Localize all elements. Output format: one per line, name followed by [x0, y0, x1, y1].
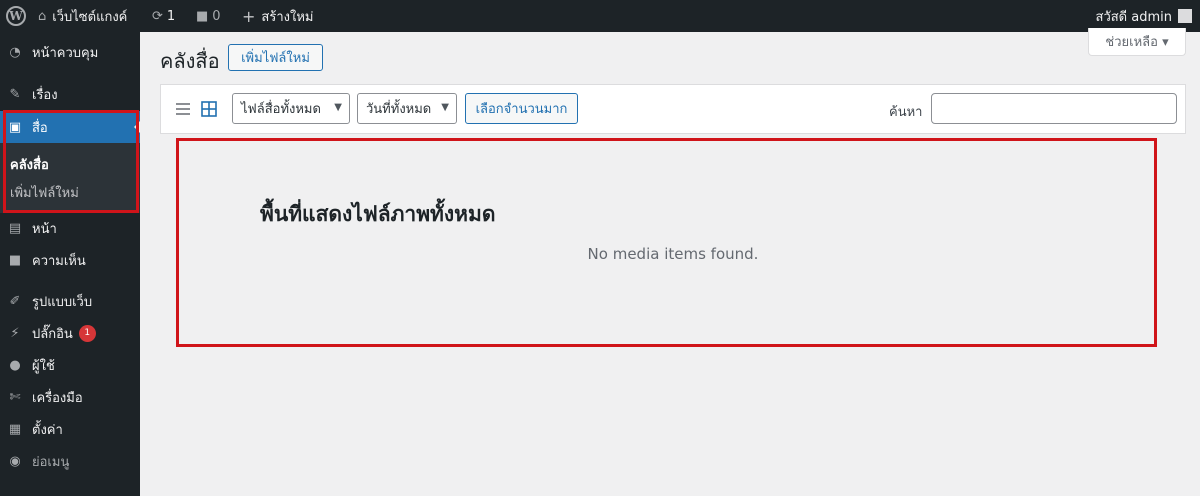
list-view-icon[interactable] — [175, 101, 191, 117]
tools-icon: ✄ — [9, 389, 21, 405]
menu-appearance[interactable]: ✐ รูปแบบเว็บ — [0, 285, 140, 317]
empty-message: No media items found. — [587, 245, 759, 263]
media-type-value: ไฟล์สื่อทั้งหมด — [241, 102, 321, 117]
menu-posts[interactable]: ✎ เรื่อง — [0, 78, 140, 110]
bulk-select-button[interactable]: เลือกจำนวนมาก — [465, 93, 578, 124]
menu-label: หน้า — [32, 221, 57, 237]
search-input[interactable] — [931, 93, 1177, 124]
settings-icon: ▦ — [8, 421, 22, 437]
menu-label: ผู้ใช้ — [32, 358, 55, 374]
help-tab[interactable]: ช่วยเหลือ ▾ — [1088, 28, 1186, 56]
media-menu-highlight — [3, 110, 139, 213]
menu-settings[interactable]: ▦ ตั้งค่า — [0, 413, 140, 445]
menu-label: ปลั๊กอิน — [32, 326, 73, 342]
menu-label: ย่อเมนู — [32, 454, 70, 470]
plugins-update-badge: 1 — [78, 324, 96, 342]
date-filter-value: วันที่ทั้งหมด — [366, 102, 432, 117]
menu-users[interactable]: ● ผู้ใช้ — [0, 349, 140, 381]
media-area-highlight — [176, 138, 1157, 347]
media-area-heading: พื้นที่แสดงไฟล์ภาพทั้งหมด — [260, 202, 496, 226]
page-icon: ▤ — [8, 220, 22, 236]
comments-link[interactable]: ■ 0 — [196, 0, 221, 32]
menu-plugins[interactable]: ⚡ ปลั๊กอิน 1 — [0, 317, 140, 349]
site-name: เว็บไซต์แกงค์ — [52, 9, 128, 25]
menu-label: เครื่องมือ — [32, 390, 83, 406]
date-filter[interactable]: วันที่ทั้งหมด ▼ — [357, 93, 457, 124]
dashboard-icon: ◔ — [9, 44, 21, 60]
menu-pages[interactable]: ▤ หน้า — [0, 212, 140, 244]
updates-icon: ⟳ — [152, 8, 163, 24]
plugin-icon: ⚡ — [10, 325, 20, 341]
pin-icon: ✎ — [9, 86, 21, 102]
appearance-icon: ✐ — [9, 293, 21, 309]
menu-label: หน้าควบคุม — [32, 45, 99, 61]
avatar — [1178, 9, 1192, 23]
menu-tools[interactable]: ✄ เครื่องมือ — [0, 381, 140, 413]
wordpress-logo-icon[interactable]: W — [6, 6, 26, 26]
updates-count: 1 — [166, 8, 176, 24]
chevron-down-icon: ▼ — [334, 102, 342, 113]
comment-bubble-icon: ■ — [196, 8, 209, 24]
home-icon: ⌂ — [38, 8, 47, 24]
media-type-filter[interactable]: ไฟล์สื่อทั้งหมด ▼ — [232, 93, 350, 124]
add-new-button[interactable]: เพิ่มไฟล์ใหม่ — [228, 44, 323, 71]
new-content-link[interactable]: + สร้างใหม่ — [242, 0, 313, 32]
search-label: ค้นหา — [889, 105, 923, 120]
updates-link[interactable]: ⟳ 1 — [152, 0, 175, 32]
comments-count: 0 — [212, 8, 221, 24]
menu-label: ตั้งค่า — [32, 422, 63, 438]
chevron-down-icon: ▼ — [441, 102, 449, 113]
media-toolbar: ไฟล์สื่อทั้งหมด ▼ วันที่ทั้งหมด ▼ เลือกจ… — [160, 84, 1186, 134]
menu-collapse[interactable]: ◉ ย่อเมนู — [0, 445, 140, 477]
admin-sidebar: ◔ หน้าควบคุม ✎ เรื่อง ▣ สื่อ คลังสื่อ เพ… — [0, 32, 140, 496]
menu-dashboard[interactable]: ◔ หน้าควบคุม — [0, 36, 140, 68]
collapse-icon: ◉ — [9, 453, 21, 469]
plus-icon: + — [242, 6, 256, 26]
grid-view-icon[interactable] — [201, 101, 217, 117]
greeting: สวัสดี admin — [1095, 9, 1172, 25]
menu-label: เรื่อง — [32, 87, 58, 103]
users-icon: ● — [9, 357, 21, 373]
site-name-link[interactable]: ⌂ เว็บไซต์แกงค์ — [38, 0, 127, 32]
admin-bar: W ⌂ เว็บไซต์แกงค์ ⟳ 1 ■ 0 + สร้างใหม่ สว… — [0, 0, 1200, 32]
new-label: สร้างใหม่ — [261, 9, 314, 25]
page-title: คลังสื่อ — [160, 49, 220, 73]
menu-label: รูปแบบเว็บ — [32, 294, 93, 310]
